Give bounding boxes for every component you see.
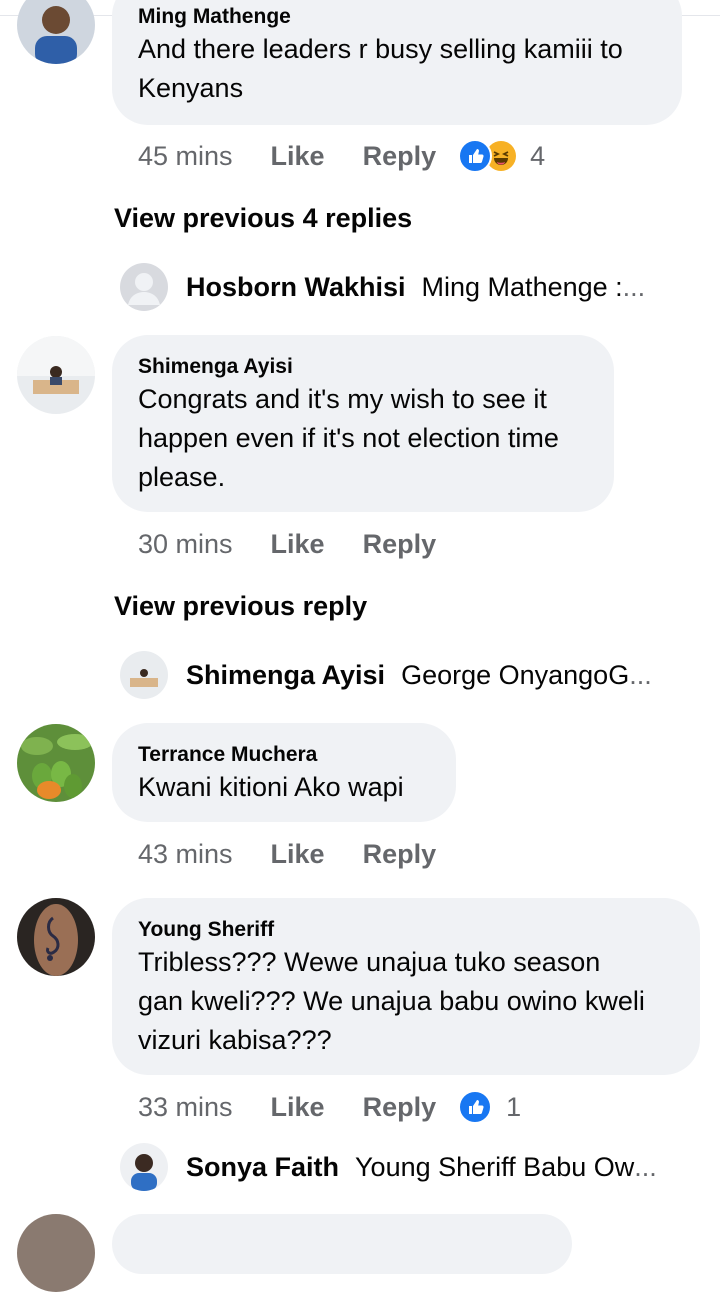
- comment-text-line: please.: [138, 462, 226, 492]
- reply-author[interactable]: Hosborn Wakhisi: [186, 272, 406, 303]
- like-reaction-icon: [458, 139, 493, 173]
- comment-timestamp[interactable]: 45 mins: [138, 141, 233, 172]
- comment-text-line: gan kweli??? We unajua babu owino kweli: [138, 986, 645, 1016]
- reply-button[interactable]: Reply: [363, 529, 437, 560]
- comment-actions: 30 mins Like Reply: [138, 524, 474, 564]
- comment-actions: 33 mins Like Reply 1: [138, 1087, 521, 1127]
- reply-snippet: George OnyangoG: [401, 659, 630, 690]
- comment-bubble[interactable]: Ming Mathenge And there leaders r busy s…: [112, 0, 682, 125]
- comment-timestamp[interactable]: 33 mins: [138, 1092, 233, 1123]
- reply-ellipsis: ...: [622, 271, 646, 302]
- comment-bubble[interactable]: Shimenga Ayisi Congrats and it's my wish…: [112, 335, 614, 512]
- like-button[interactable]: Like: [271, 1092, 325, 1123]
- view-previous-replies-link[interactable]: View previous 4 replies: [114, 203, 412, 234]
- reply-author[interactable]: Sonya Faith: [186, 1152, 339, 1183]
- comment-text-line: Kwani kitioni Ako wapi: [138, 772, 404, 802]
- like-button[interactable]: Like: [271, 839, 325, 870]
- reply-button[interactable]: Reply: [363, 1092, 437, 1123]
- reply-author[interactable]: Shimenga Ayisi: [186, 660, 385, 691]
- avatar[interactable]: [120, 1143, 168, 1191]
- avatar[interactable]: [17, 898, 95, 976]
- comment-timestamp[interactable]: 43 mins: [138, 839, 233, 870]
- comment-bubble[interactable]: [112, 1214, 572, 1274]
- reply-ellipsis: ...: [634, 1151, 657, 1182]
- comment-actions: 45 mins Like Reply 4: [138, 136, 545, 176]
- reply-button[interactable]: Reply: [363, 839, 437, 870]
- comment-text-line: vizuri kabisa???: [138, 1025, 332, 1055]
- comment-text-line: Tribless??? Wewe unajua tuko season: [138, 947, 601, 977]
- comment-text-line: And there leaders r busy selling kamiii …: [138, 34, 623, 64]
- reply-snippet: Young Sheriff Babu Ow: [355, 1151, 635, 1182]
- avatar[interactable]: [120, 651, 168, 699]
- avatar[interactable]: [17, 1214, 95, 1292]
- like-reaction-icon: [458, 1090, 493, 1124]
- reply-preview[interactable]: Shimenga Ayisi George OnyangoG ...: [120, 651, 652, 699]
- reply-snippet: Ming Mathenge :: [421, 271, 623, 302]
- comment-author[interactable]: Terrance Muchera: [138, 743, 317, 767]
- reply-preview[interactable]: Hosborn Wakhisi Ming Mathenge : ...: [120, 263, 645, 311]
- comment-bubble[interactable]: Young Sheriff Tribless??? Wewe unajua tu…: [112, 898, 700, 1075]
- comment-author[interactable]: Ming Mathenge: [138, 5, 291, 29]
- avatar[interactable]: [120, 263, 168, 311]
- reply-preview[interactable]: Sonya Faith Young Sheriff Babu Ow ...: [120, 1143, 657, 1191]
- view-previous-replies-link[interactable]: View previous reply: [114, 591, 367, 622]
- comment-bubble[interactable]: Terrance Muchera Kwani kitioni Ako wapi: [112, 723, 456, 822]
- like-button[interactable]: Like: [271, 141, 325, 172]
- like-button[interactable]: Like: [271, 529, 325, 560]
- comment-timestamp[interactable]: 30 mins: [138, 529, 233, 560]
- comment-actions: 43 mins Like Reply: [138, 834, 474, 874]
- reaction-summary[interactable]: 4: [458, 139, 545, 173]
- comment-text-line: Kenyans: [138, 73, 244, 103]
- avatar[interactable]: [17, 336, 95, 414]
- comment-text-line: happen even if it's not election time: [138, 423, 559, 453]
- reply-ellipsis: ...: [629, 659, 652, 690]
- avatar[interactable]: [17, 0, 95, 64]
- avatar[interactable]: [17, 724, 95, 802]
- comment-text-line: Congrats and it's my wish to see it: [138, 384, 547, 414]
- reaction-count: 4: [530, 140, 546, 171]
- reaction-count: 1: [506, 1091, 522, 1122]
- reply-button[interactable]: Reply: [363, 141, 437, 172]
- reaction-summary[interactable]: 1: [458, 1090, 521, 1124]
- comment-author[interactable]: Shimenga Ayisi: [138, 355, 293, 379]
- comment-author[interactable]: Young Sheriff: [138, 918, 274, 942]
